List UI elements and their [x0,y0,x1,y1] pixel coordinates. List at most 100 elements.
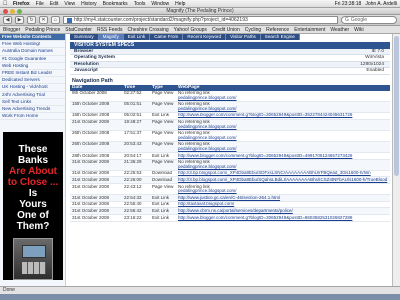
navigation-rows: 9th October 2008 02:27:52 Page View No refe… [70,90,390,222]
menu-app[interactable]: Firefox [13,1,30,7]
bookmark-reference[interactable]: Reference [266,27,289,33]
tab-recent-keyword[interactable]: Recent Keyword [183,34,227,40]
spec-value: IE 7.0 [371,49,384,54]
bookmark-rss-feeds[interactable]: RSS Feeds [97,27,123,33]
sidebar-link[interactable]: Free Website Contests [0,34,65,42]
cell-webpage: http://www.blogger.com/comment.g?blogID=… [176,214,390,222]
cell-webpage: http://www.blogger.com/comment.g?blogID=… [176,152,390,160]
tab-search-engine[interactable]: Search Engine [260,34,300,40]
forward-button[interactable]: ▶ [15,16,24,24]
webpage-link[interactable]: pedalingprince.blogspot.com/ [178,106,388,112]
cell-date: 28th October 2008 [70,152,122,160]
cell-type: Exit Link [150,214,176,222]
menu-tools[interactable]: Tools [134,1,146,7]
table-row: 15th October 2008 05:02:51 Exit Link http:/… [70,112,390,120]
sidebar-link[interactable]: 24hr Advertising Trial [0,92,65,99]
apple-menu-icon[interactable]:  [3,1,9,7]
cell-date: 31st October 2008 [70,214,122,222]
clock[interactable]: Fri 23:38:18 [335,1,362,7]
tab-came-from[interactable]: Came From [150,34,184,40]
cell-date: 15th October 2008 [70,101,122,113]
sidebar-link[interactable]: Dedicated Servers [0,77,65,85]
minimize-window-button[interactable] [10,9,15,14]
menu-help[interactable]: Help [175,1,185,7]
bookmark-cycling[interactable]: Cycling [245,27,261,33]
back-button[interactable]: ◀ [3,16,12,24]
sidebar-link[interactable]: Web Hosting [0,63,65,71]
visitor-specs-title: VISITOR SYSTEM SPECS [70,42,390,49]
tab-summary[interactable]: Summary [70,34,99,40]
menu-edit[interactable]: Edit [50,1,59,7]
bookmark-statcounter[interactable]: StatCounter [65,27,92,33]
cell-webpage: No referring link pedalingprince.blogspot… [176,101,390,113]
sidebar-link[interactable]: UK Hosting - VidAhost [0,84,65,92]
mac-dock[interactable] [0,294,400,300]
menu-history[interactable]: History [81,1,97,7]
bookmark-yahoo-groups[interactable]: Yahoo! Groups [174,27,207,33]
cell-webpage: No referring link pedalingprince.blogspot… [176,183,390,196]
window-titlebar[interactable]: Magnify (The Pedaling Prince) [0,8,400,15]
webpage-link[interactable]: pedalingprince.blogspot.com/ [178,164,388,170]
sidebar-link[interactable]: New Advertising Trends [0,106,65,114]
table-row: 21st October 2008 19:48:27 Page View No ref… [70,119,390,131]
zoom-window-button[interactable] [17,9,22,14]
referrer-link[interactable]: http://www.cbrm.ns.ca/portal/services/de… [178,208,388,214]
menu-view[interactable]: View [64,1,75,7]
cell-type: Exit Link [150,194,176,202]
reload-button[interactable]: ↻ [27,16,36,24]
referrer-link[interactable]: http://www.blogger.com/comment.g?blogID=… [178,153,388,159]
sidebar-link[interactable]: Sell Text Links [0,99,65,107]
sidebar-link[interactable]: #1 Google Guarantee [0,56,65,63]
search-box[interactable]: G Google [341,16,397,24]
bank-ad-banner[interactable]: These Banks Are About to Close ... Is Yo… [3,132,63,280]
referrer-link[interactable]: http://3.bp.blogspot.com/_XP4Dba8Ebu/SQa… [178,177,388,183]
cell-webpage: http://www.justice.gc.ca/en/C-46/section… [176,194,390,202]
tab-exit-link[interactable]: Exit Link [123,34,151,40]
cell-time: 02:27:52 [122,90,150,102]
referrer-link[interactable]: http://taxtaxaf.blogspot.com/ [178,202,388,207]
bookmark-weather[interactable]: Weather [330,27,349,33]
menu-file[interactable]: File [36,1,44,7]
bookmark-wiki[interactable]: Wiki [354,27,363,33]
stop-button[interactable]: ✕ [39,16,48,24]
referrer-link[interactable]: http://www.blogger.com/comment.g?blogID=… [178,215,388,221]
bookmark-credit-union[interactable]: Credit Union [212,27,240,33]
webpage-link[interactable]: pedalingprince.blogspot.com/ [178,124,388,130]
close-window-button[interactable] [3,9,8,14]
cell-type: Page View [150,130,176,142]
cell-time: 17:51:37 [122,130,150,142]
scrollbar-thumb[interactable] [394,36,399,176]
tab-visitor-paths[interactable]: Visitor Paths [226,34,261,40]
page-content: Free Website Contests Free Web Hosting! … [0,34,392,286]
bookmark-entertainment[interactable]: Entertainment [294,27,325,33]
status-bar: Done [0,286,400,294]
status-text: Done [3,287,15,293]
referrer-link[interactable]: http://3.bp.blogspot.com/_XP4Dba8Ebu/SDF… [178,171,388,176]
sidebar-link[interactable]: Australia Domain Names [0,48,65,56]
home-button[interactable]: ⌂ [51,16,60,24]
window-title: Magnify (The Pedaling Prince) [166,8,234,14]
webpage-link[interactable]: pedalingprince.blogspot.com/ [178,146,388,152]
webpage-link[interactable]: pedalingprince.blogspot.com/ [178,189,388,194]
menu-window[interactable]: Window [151,1,169,7]
sidebar-link[interactable]: FREE Instant Biz Leads! [0,70,65,78]
webpage-link[interactable]: pedalingprince.blogspot.com/ [178,95,388,101]
menu-bookmarks[interactable]: Bookmarks [103,1,128,7]
referrer-link[interactable]: http://www.blogger.com/comment.g?blogID=… [178,113,388,118]
table-row: 26th October 2008 17:51:37 Page View No ref… [70,130,390,142]
bookmark-pedaling-prince[interactable]: Pedaling Prince [25,27,60,33]
referrer-link[interactable]: http://www.justice.gc.ca/en/C-46/section… [178,195,388,201]
sidebar-link[interactable]: Work From Home [0,113,65,121]
user-name[interactable]: John A. Ardelli [365,1,397,7]
ad-line: to Close ... [7,177,59,188]
address-bar[interactable]: http://my4.statcounter.com/project/stand… [63,16,338,24]
tab-magnify[interactable]: Magnify [98,34,124,40]
bookmarks-toolbar: Blogger Pedaling Prince StatCounter RSS … [0,26,400,34]
cell-date: 26th October 2008 [70,130,122,142]
webpage-link[interactable]: pedalingprince.blogspot.com/ [178,135,388,141]
cell-webpage: No referring link pedalingprince.blogspot… [176,130,390,142]
bookmark-cheshire-crossing[interactable]: Cheshire Crossing [128,27,169,33]
bookmark-blogger[interactable]: Blogger [3,27,20,33]
sidebar-link[interactable]: Free Web Hosting! [0,41,65,49]
vertical-scrollbar[interactable] [392,34,400,286]
